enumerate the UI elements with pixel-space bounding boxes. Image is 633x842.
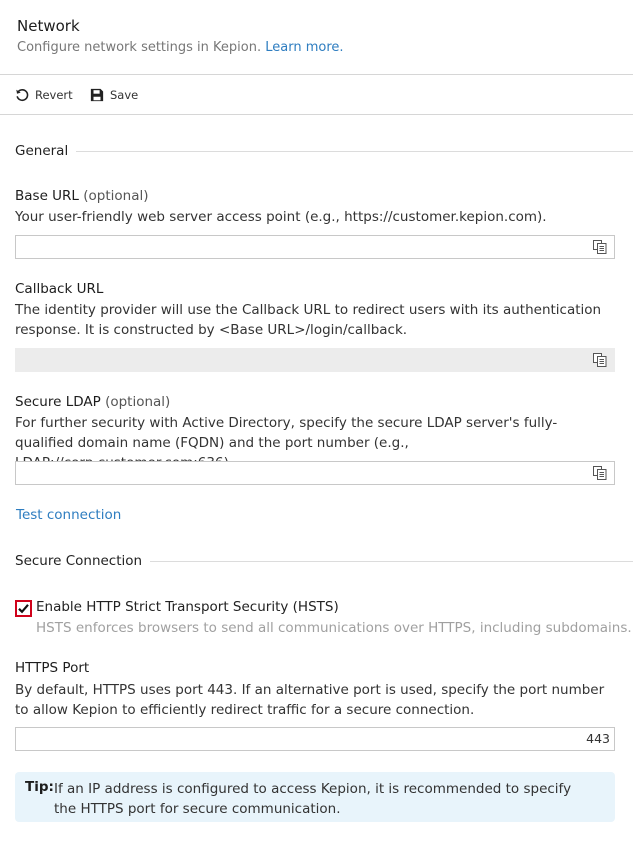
- https-port-description: By default, HTTPS uses port 443. If an a…: [15, 682, 605, 718]
- secure-ldap-label: Secure LDAP (optional): [15, 394, 170, 410]
- https-port-field[interactable]: 443: [15, 727, 615, 751]
- callback-url-field: [15, 348, 615, 372]
- save-icon: [90, 88, 104, 101]
- secure-ldap-label-text: Secure LDAP: [15, 394, 101, 410]
- secure-connection-section-heading: Secure Connection: [15, 553, 633, 569]
- tip-box: Tip: If an IP address is configured to a…: [15, 772, 615, 822]
- copy-icon[interactable]: [593, 466, 607, 480]
- general-section-heading: General: [15, 143, 633, 159]
- base-url-description: Your user-friendly web server access poi…: [15, 209, 547, 225]
- base-url-field: [15, 235, 615, 259]
- learn-more-link[interactable]: Learn more.: [265, 40, 343, 55]
- https-port-value[interactable]: 443: [586, 728, 610, 750]
- toolbar: Revert Save: [0, 75, 633, 115]
- page-title: Network: [17, 17, 80, 35]
- callback-url-label-text: Callback URL: [15, 281, 104, 297]
- base-url-label-text: Base URL: [15, 188, 79, 204]
- divider: [150, 560, 633, 562]
- page-header: Network Configure network settings in Ke…: [0, 0, 633, 75]
- save-label: Save: [110, 87, 139, 102]
- secure-ldap-field: [15, 461, 615, 485]
- checkmark-icon: [18, 604, 29, 614]
- copy-icon[interactable]: [593, 240, 607, 254]
- copy-icon[interactable]: [593, 353, 607, 367]
- secure-connection-heading-text: Secure Connection: [15, 553, 143, 569]
- callback-url-description: The identity provider will use the Callb…: [15, 302, 602, 338]
- subtitle-text: Configure network settings in Kepion.: [17, 40, 262, 55]
- hsts-label[interactable]: Enable HTTP Strict Transport Security (H…: [36, 599, 339, 615]
- base-url-optional: (optional): [83, 188, 149, 204]
- secure-ldap-input[interactable]: [16, 462, 588, 484]
- divider: [76, 150, 633, 152]
- callback-url-input: [16, 349, 588, 371]
- test-connection-link[interactable]: Test connection: [16, 507, 121, 523]
- https-port-label: HTTPS Port: [15, 660, 89, 676]
- revert-icon: [16, 88, 29, 101]
- revert-label: Revert: [35, 87, 73, 102]
- hsts-description: HSTS enforces browsers to send all commu…: [36, 620, 632, 636]
- general-heading-text: General: [15, 143, 69, 159]
- save-button[interactable]: Save: [90, 75, 138, 114]
- callback-url-label: Callback URL: [15, 281, 103, 297]
- hsts-checkbox[interactable]: [15, 600, 32, 617]
- base-url-label: Base URL (optional): [15, 188, 149, 204]
- https-port-label-text: HTTPS Port: [15, 660, 90, 676]
- revert-button[interactable]: Revert: [15, 75, 73, 114]
- page-subtitle: Configure network settings in Kepion. Le…: [17, 40, 344, 55]
- secure-ldap-optional: (optional): [105, 394, 171, 410]
- base-url-input[interactable]: [16, 236, 588, 258]
- tip-text: If an IP address is configured to access…: [54, 781, 572, 817]
- tip-label: Tip:: [25, 779, 54, 795]
